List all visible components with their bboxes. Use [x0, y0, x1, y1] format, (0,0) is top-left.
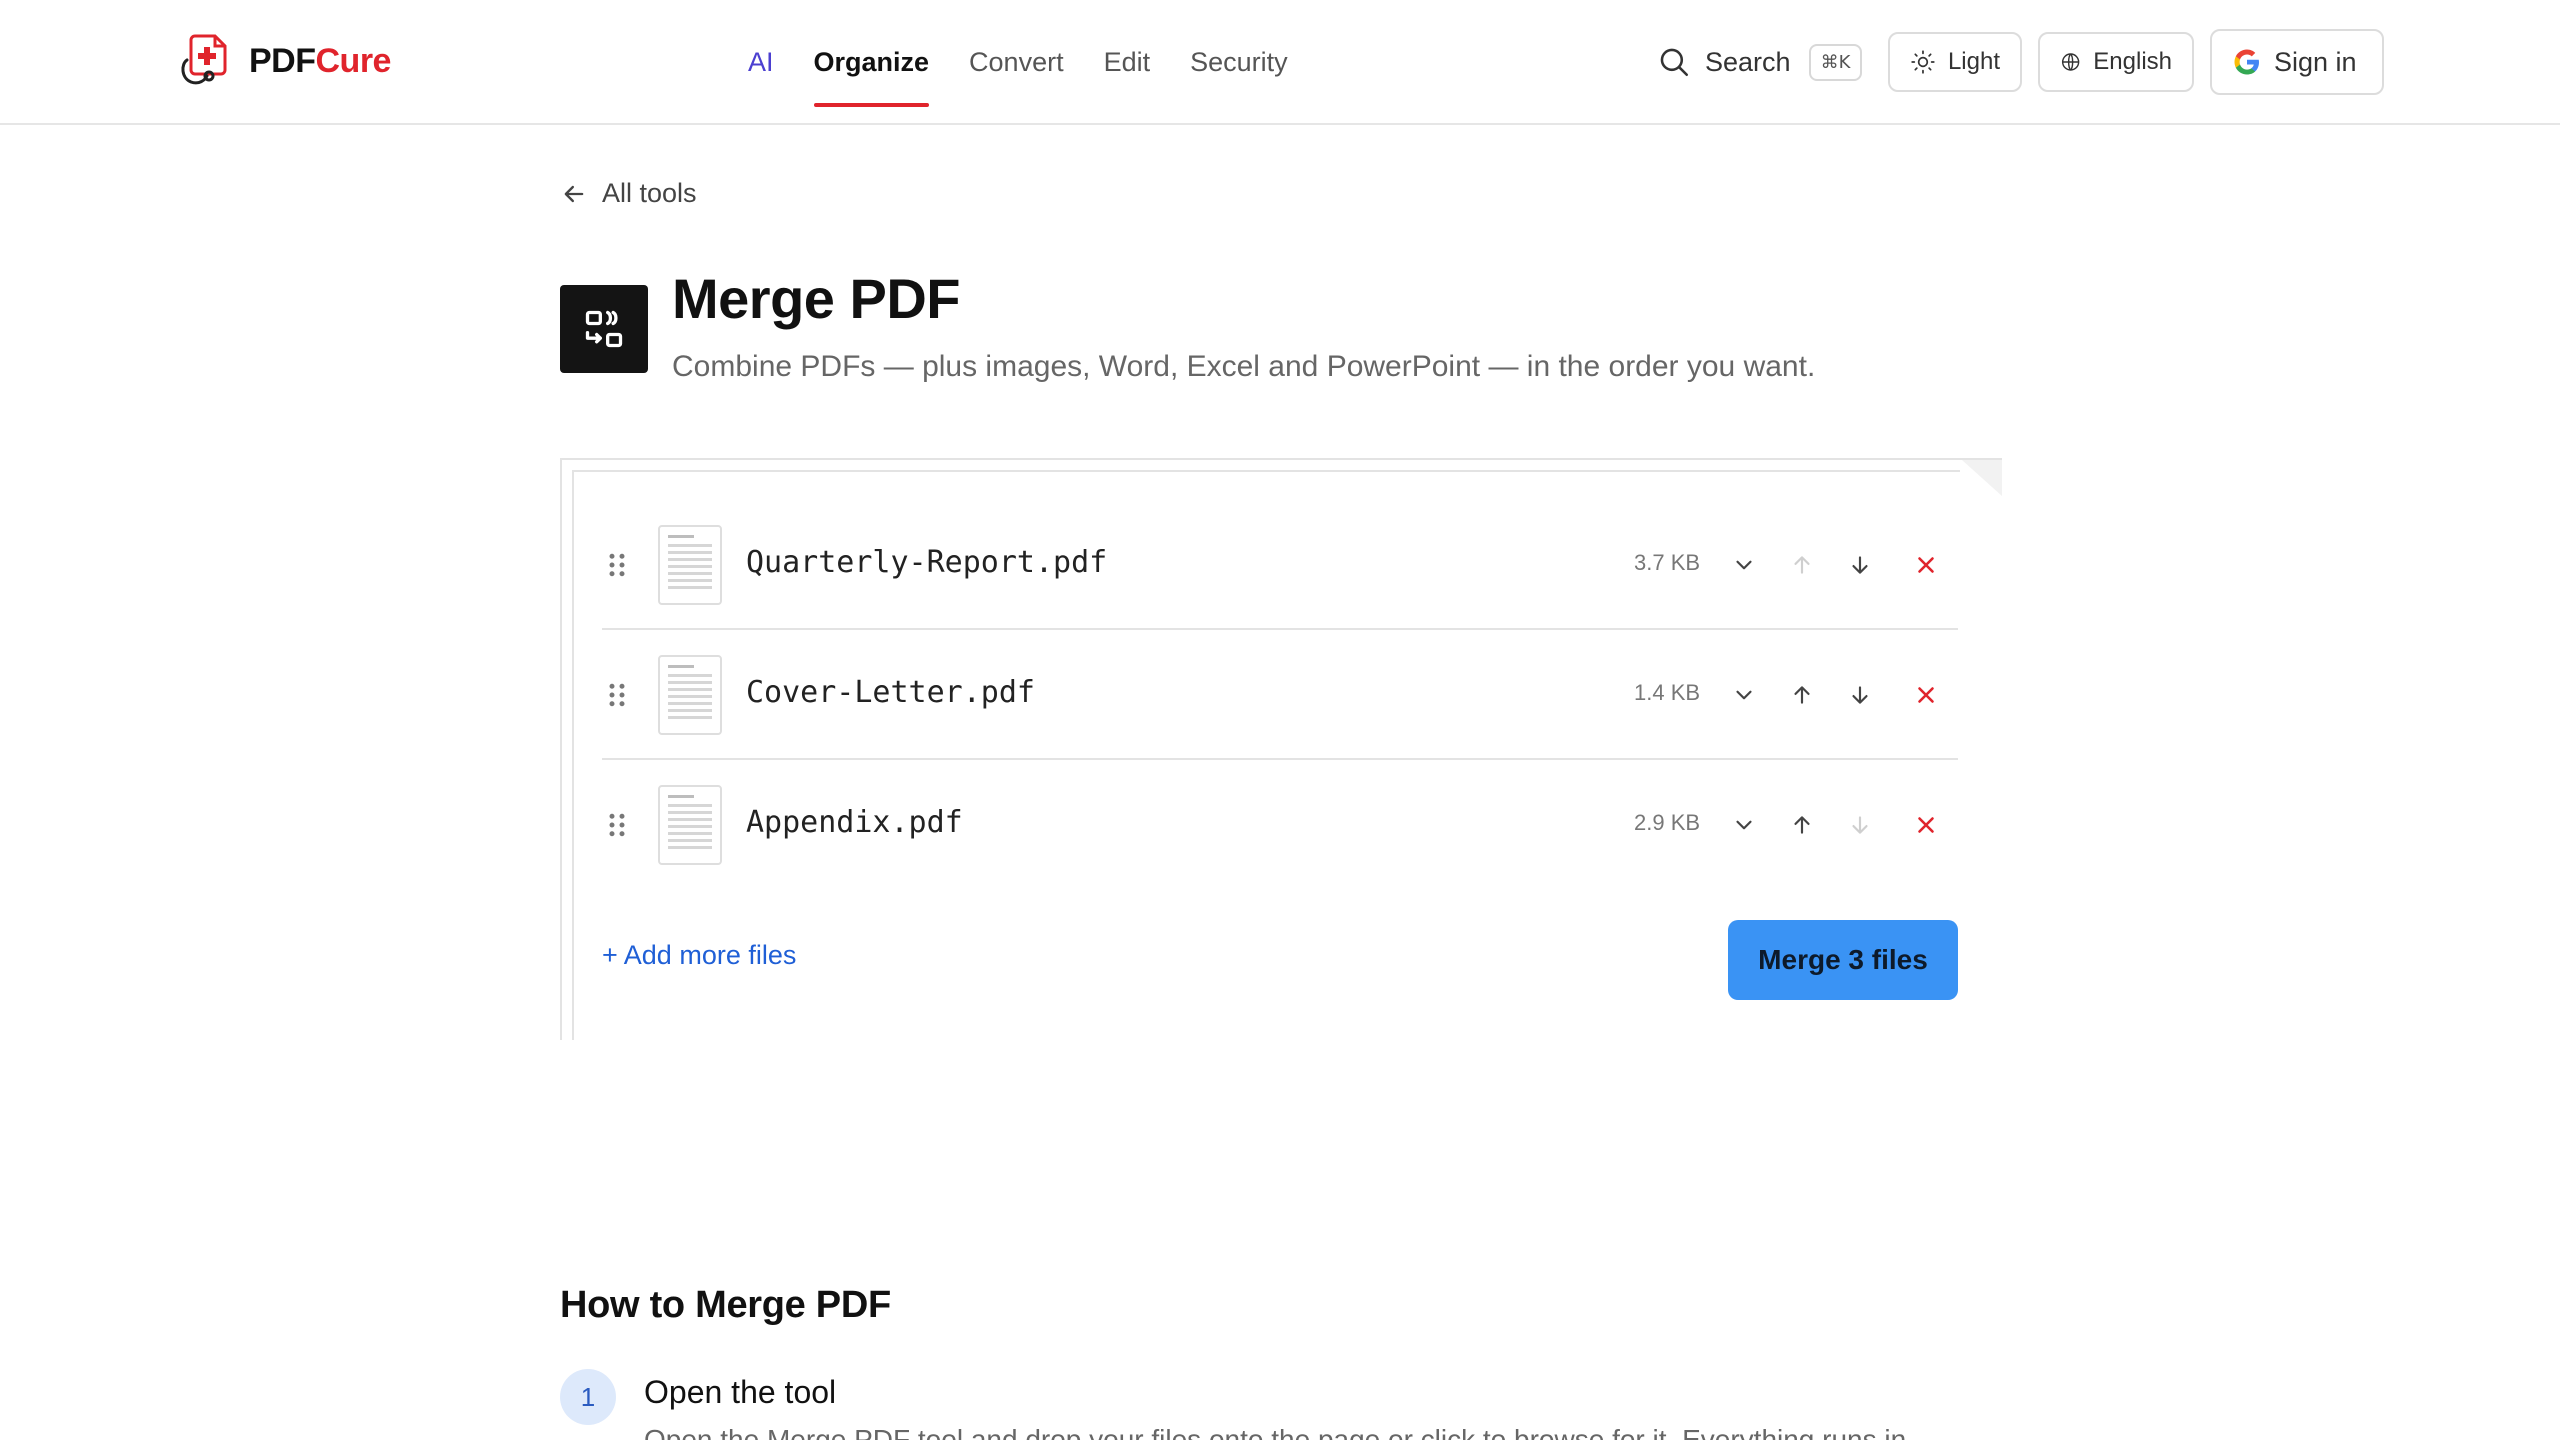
search-button[interactable]: Search ⌘K — [1657, 38, 1863, 86]
step-number-badge: 1 — [560, 1369, 616, 1425]
chevron-down-icon — [1736, 820, 1752, 830]
google-icon — [2234, 49, 2259, 75]
drag-handle-icon[interactable] — [602, 810, 632, 840]
file-row: Appendix.pdf 2.9 KB — [602, 760, 1958, 890]
expand-file-button[interactable] — [1724, 805, 1764, 845]
close-icon — [1918, 557, 1934, 573]
file-row: Cover-Letter.pdf 1.4 KB — [602, 630, 1958, 760]
language-label: English — [2093, 48, 2172, 75]
merge-files-button[interactable]: Merge 3 files — [1728, 920, 1958, 1000]
arrow-up-icon — [1794, 816, 1810, 834]
nav-ai[interactable]: AI — [748, 0, 774, 125]
move-up-button[interactable] — [1782, 675, 1822, 715]
nav-convert[interactable]: Convert — [969, 0, 1064, 125]
main-nav: AI Organize Convert Edit Security — [748, 0, 1328, 125]
arrow-up-icon — [1794, 686, 1810, 704]
arrow-down-icon — [1852, 686, 1868, 704]
file-list: Quarterly-Report.pdf 3.7 KB Cover-Letter… — [602, 500, 1958, 890]
how-to-title: How to Merge PDF — [560, 1284, 891, 1326]
theme-toggle-button[interactable]: Light — [1888, 32, 2022, 92]
file-thumbnail — [658, 655, 722, 735]
search-label: Search — [1705, 46, 1791, 77]
sign-in-label: Sign in — [2274, 46, 2357, 77]
step-title: Open the tool — [644, 1374, 837, 1410]
nav-edit[interactable]: Edit — [1104, 0, 1151, 125]
file-size: 2.9 KB — [1634, 810, 1701, 835]
close-icon — [1918, 687, 1934, 703]
theme-label: Light — [1947, 48, 2000, 75]
add-more-files-link[interactable]: + Add more files — [602, 940, 796, 971]
chevron-down-icon — [1736, 560, 1752, 570]
move-down-button[interactable] — [1840, 805, 1880, 845]
arrow-down-icon — [1852, 556, 1868, 574]
page-subtitle: Combine PDFs — plus images, Word, Excel … — [672, 350, 1816, 383]
brand-name-pdf: PDF — [249, 41, 316, 80]
language-button[interactable]: English — [2038, 32, 2194, 92]
file-name: Quarterly-Report.pdf — [746, 545, 1108, 580]
expand-file-button[interactable] — [1724, 675, 1764, 715]
step-description: Open the Merge PDF tool and drop your fi… — [644, 1424, 1907, 1440]
remove-file-button[interactable] — [1906, 545, 1946, 585]
arrow-left-icon — [564, 185, 584, 202]
sun-icon — [1911, 50, 1935, 74]
arrow-down-icon — [1852, 816, 1868, 834]
nav-security[interactable]: Security — [1190, 0, 1288, 125]
arrow-up-icon — [1794, 556, 1810, 574]
search-shortcut: ⌘K — [1808, 43, 1863, 81]
top-header: PDFCure AI Organize Convert Edit Securit… — [0, 0, 2560, 125]
file-thumbnail — [658, 525, 722, 605]
file-name: Appendix.pdf — [746, 805, 963, 840]
merge-tool-icon — [560, 285, 648, 373]
back-label: All tools — [602, 178, 697, 208]
file-size: 1.4 KB — [1634, 680, 1701, 705]
page-title: Merge PDF — [672, 267, 961, 330]
file-row: Quarterly-Report.pdf 3.7 KB — [602, 500, 1958, 630]
move-down-button[interactable] — [1840, 675, 1880, 715]
drag-handle-icon[interactable] — [602, 680, 632, 710]
brand-name-cure: Cure — [315, 41, 392, 80]
logo-icon — [181, 34, 227, 85]
file-size: 3.7 KB — [1634, 550, 1701, 575]
remove-file-button[interactable] — [1906, 675, 1946, 715]
panel-corner-fold — [1962, 458, 2002, 496]
brand-logo[interactable]: PDFCure — [175, 30, 391, 92]
search-icon — [1660, 48, 1689, 77]
globe-icon — [2061, 53, 2080, 71]
file-thumbnail — [658, 785, 722, 865]
drag-handle-icon[interactable] — [602, 550, 632, 580]
sign-in-button[interactable]: Sign in — [2210, 29, 2384, 95]
move-up-button[interactable] — [1782, 805, 1822, 845]
nav-organize[interactable]: Organize — [813, 0, 929, 125]
remove-file-button[interactable] — [1906, 805, 1946, 845]
move-up-button[interactable] — [1782, 545, 1822, 585]
file-name: Cover-Letter.pdf — [746, 675, 1035, 710]
chevron-down-icon — [1736, 690, 1752, 700]
expand-file-button[interactable] — [1724, 545, 1764, 585]
merge-icon — [585, 310, 623, 348]
close-icon — [1918, 817, 1934, 833]
move-down-button[interactable] — [1840, 545, 1880, 585]
back-to-all-tools-link[interactable]: All tools — [560, 178, 697, 209]
